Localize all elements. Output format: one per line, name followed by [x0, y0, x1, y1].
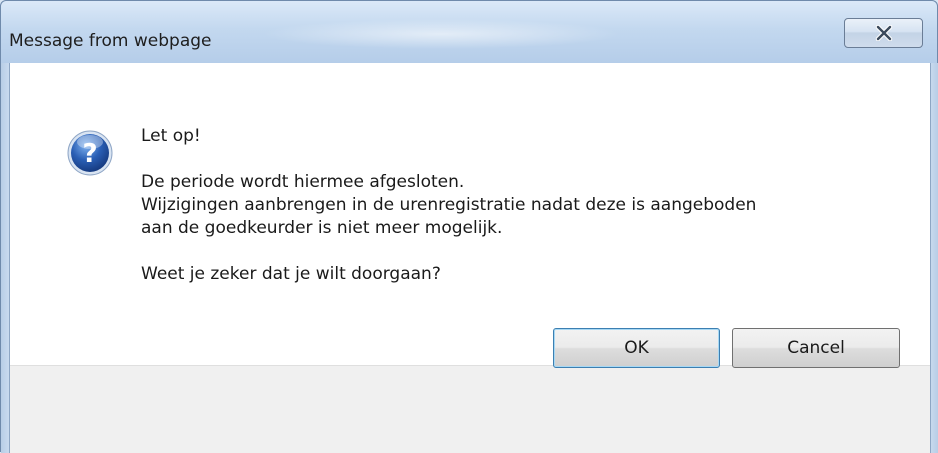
- window-left-border: [1, 63, 9, 453]
- message-line: aan de goedkeurder is niet meer mogelijk…: [141, 218, 503, 238]
- title-bar-glow: [261, 19, 621, 49]
- window-title: Message from webpage: [9, 31, 212, 51]
- message-line: De periode wordt hiermee afgesloten.: [141, 172, 465, 192]
- close-x-icon: [875, 25, 893, 41]
- dialog-window: Message from webpage ? Let op! De period…: [0, 0, 938, 453]
- title-bar[interactable]: Message from webpage: [1, 1, 937, 63]
- message-area: ? Let op! De periode wordt hiermee afges…: [10, 63, 930, 365]
- window-right-border: [930, 63, 938, 453]
- question-icon: ?: [66, 129, 114, 177]
- message-line: Wijzigingen aanbrengen in de urenregistr…: [141, 195, 757, 215]
- ok-button[interactable]: OK: [553, 328, 720, 368]
- close-button[interactable]: [844, 18, 923, 48]
- message-text: Let op! De periode wordt hiermee afgeslo…: [141, 125, 756, 286]
- button-bar: [10, 365, 930, 453]
- svg-text:?: ?: [82, 139, 97, 169]
- message-question: Weet je zeker dat je wilt doorgaan?: [141, 264, 441, 284]
- cancel-button[interactable]: Cancel: [732, 328, 900, 368]
- message-heading: Let op!: [141, 126, 201, 146]
- dialog-client-area: ? Let op! De periode wordt hiermee afges…: [9, 63, 931, 453]
